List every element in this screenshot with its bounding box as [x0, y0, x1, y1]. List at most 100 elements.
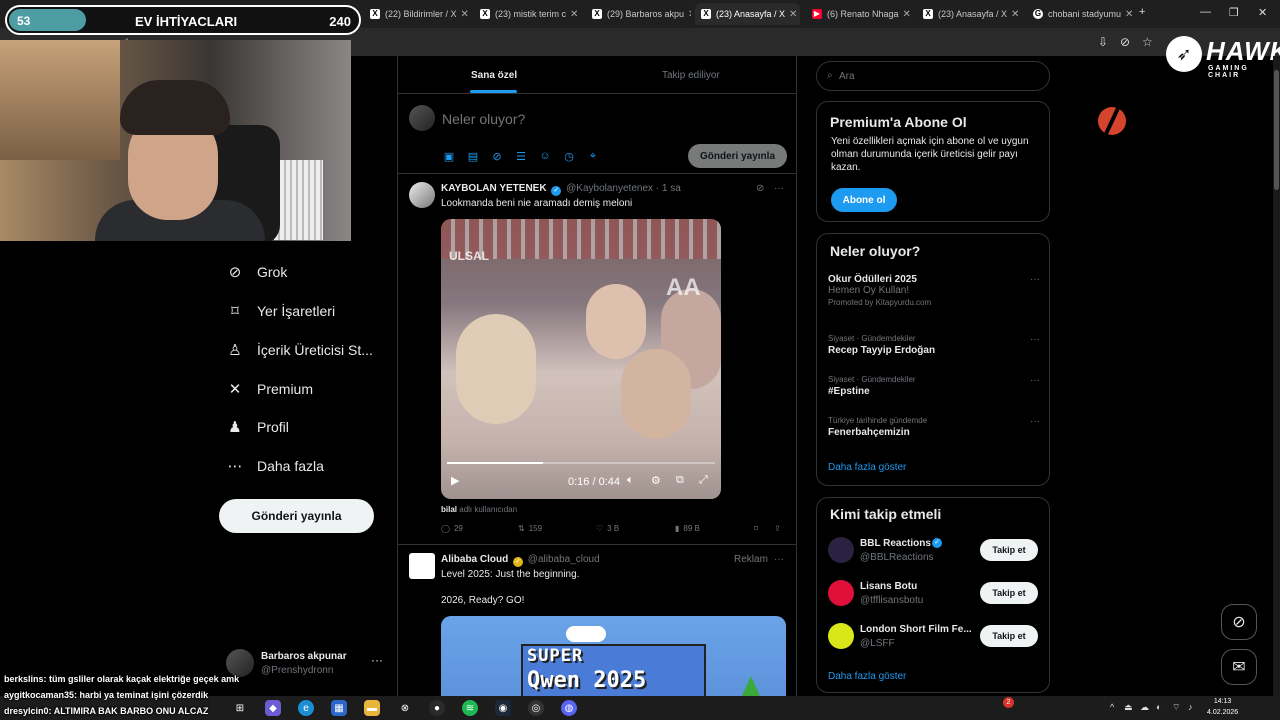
follow-button[interactable]: Takip et [980, 625, 1038, 647]
avatar[interactable] [409, 553, 435, 579]
minimize-button[interactable]: — [1200, 6, 1211, 18]
browser-tab[interactable]: X (29) Barbaros akpu✕ [586, 3, 691, 25]
volume-icon[interactable]: ♪ [1188, 702, 1193, 712]
tab-following[interactable]: Takip ediliyor [662, 70, 720, 81]
close-tab-icon[interactable]: ✕ [457, 9, 469, 20]
store-icon[interactable]: ▦ [331, 700, 347, 716]
bookmark-button[interactable]: ⌑ [754, 524, 758, 533]
repost-button[interactable]: ⇅ 159 [518, 524, 542, 533]
tweet-handle[interactable]: @Kaybolanyetenex [566, 183, 653, 194]
restore-button[interactable]: ❐ [1229, 6, 1239, 19]
avatar[interactable] [828, 580, 854, 606]
video-progress-bar[interactable] [447, 462, 715, 464]
video-player[interactable]: ULSAL AA ▶ 0:16 / 0:44 🔈︎ ⚙ ⧉ ⤢ [441, 219, 721, 499]
settings-gear-icon[interactable]: ⚙ [651, 474, 661, 487]
grok-icon[interactable]: ⊘ [756, 183, 764, 194]
poll-icon[interactable]: ☰ [514, 149, 528, 163]
suggestion-name[interactable]: London Short Film Fe... [860, 624, 972, 635]
trend-item[interactable]: Okur Ödülleri 2025 Hemen Oy Kullan! Promot… [828, 274, 1040, 307]
more-icon[interactable]: ··· [774, 183, 784, 194]
browser-tab[interactable]: X (23) Anasayfa / X✕ [695, 3, 800, 25]
close-tab-icon[interactable]: ✕ [566, 9, 578, 20]
suggestion-name[interactable]: Lisans Botu [860, 581, 917, 592]
share-button[interactable]: ⇪ [774, 524, 781, 533]
xbox-icon[interactable]: ⊗ [397, 700, 413, 716]
grok-icon[interactable]: ⊘ [490, 149, 504, 163]
reply-button[interactable]: ◯ 29 [441, 524, 463, 533]
account-switcher[interactable]: Barbaros akpunar @Prenshydronn ··· [226, 649, 383, 677]
tweet[interactable]: Alibaba Cloud ✓ @alibaba_cloud Reklam ··… [398, 545, 796, 696]
more-icon[interactable]: ··· [1030, 334, 1040, 345]
browser-tab[interactable]: ▶ (6) Renato Nhaga ✕ [806, 3, 911, 25]
volume-icon[interactable]: 🔈︎ [627, 474, 634, 487]
scrollbar[interactable] [1273, 56, 1280, 696]
chrome-icon[interactable]: ● [429, 700, 445, 716]
gif-icon[interactable]: ▤ [466, 149, 480, 163]
more-icon[interactable]: ··· [1030, 416, 1040, 427]
tracking-icon[interactable]: ⊘ [1120, 35, 1130, 49]
follow-button[interactable]: Takip et [980, 582, 1038, 604]
tweet[interactable]: KAYBOLAN YETENEK ✓ @Kaybolanyetenex · 1 … [398, 174, 796, 545]
search-input[interactable]: ⌕ Ara [816, 61, 1050, 91]
schedule-icon[interactable]: ◷ [562, 149, 576, 163]
nav-item-premium[interactable]: ✕ Premium [226, 380, 313, 398]
tweet-author[interactable]: Alibaba Cloud [441, 554, 508, 565]
browser-tab[interactable]: X (23) mistik terim c ✕ [474, 3, 579, 25]
discord-icon[interactable]: ◍ [561, 700, 577, 716]
tweet-handle[interactable]: @alibaba_cloud [528, 554, 600, 565]
browser-tab[interactable]: Gchobani stadyumu ✕ [1027, 3, 1132, 25]
more-icon[interactable]: ··· [1030, 274, 1040, 285]
subscribe-button[interactable]: Abone ol [831, 188, 897, 212]
views-button[interactable]: ▮ 89 B [675, 524, 700, 533]
avatar[interactable] [828, 623, 854, 649]
ad-image[interactable]: SUPER Qwen 2025 [441, 616, 786, 696]
grok-fab-icon[interactable]: ⊘ [1221, 604, 1257, 640]
like-button[interactable]: ♡ 3 B [596, 524, 619, 533]
task-view-icon[interactable]: ⊞ [232, 700, 248, 716]
fullscreen-icon[interactable]: ⤢ [699, 474, 708, 487]
spotify-icon[interactable]: ≋ [462, 700, 478, 716]
trend-item[interactable]: Siyaset · Gündemdekiler #Epstine ··· [828, 375, 1040, 397]
post-button[interactable]: Gönderi yayınla [219, 499, 374, 533]
browser-tab[interactable]: X (23) Anasayfa / X✕ [917, 3, 1022, 25]
more-icon[interactable]: ··· [371, 653, 383, 667]
tweet-time[interactable]: · 1 sa [656, 183, 681, 194]
wifi-icon[interactable]: ⌔ [1172, 702, 1180, 713]
trends-show-more[interactable]: Daha fazla göster [828, 462, 906, 473]
close-window-button[interactable]: ✕ [1258, 6, 1267, 19]
play-icon[interactable]: ▶ [451, 474, 459, 487]
tab-for-you[interactable]: Sana özel [471, 70, 517, 81]
network-icon[interactable]: ☁ [1140, 702, 1149, 713]
avatar[interactable] [409, 182, 435, 208]
trend-item[interactable]: Siyaset · Gündemdekiler Recep Tayyip Erdo… [828, 334, 1040, 356]
steam-icon[interactable]: ◉ [495, 700, 511, 716]
more-icon[interactable]: ··· [1030, 375, 1040, 386]
who-to-follow-show-more[interactable]: Daha fazla göster [828, 671, 906, 682]
close-tab-icon[interactable]: ✕ [785, 9, 797, 20]
location-icon[interactable]: ⌖ [586, 149, 600, 163]
copilot-icon[interactable]: ◆ [265, 700, 281, 716]
suggestion-name[interactable]: BBL Reactions [860, 538, 931, 549]
file-explorer-icon[interactable]: ▬ [364, 700, 380, 716]
nav-item-profil[interactable]: ♟ Profil [226, 418, 289, 436]
video-attribution[interactable]: bilal adlı kullanıcıdan [441, 505, 517, 514]
pip-icon[interactable]: ⧉ [676, 474, 684, 487]
emoji-icon[interactable]: ☺ [538, 149, 552, 163]
nav-item-yer[interactable]: ⌑ Yer İşaretleri [226, 302, 335, 320]
trend-item[interactable]: Türkiye tarihinde gündemde Fenerbahçemizi… [828, 416, 1040, 438]
nav-item-içerik[interactable]: ♙ İçerik Üreticisi St... [226, 341, 373, 359]
avatar[interactable] [828, 537, 854, 563]
messages-fab-icon[interactable]: ✉ [1221, 649, 1257, 685]
tray-icon[interactable]: ⏏ [1124, 702, 1133, 713]
tray-expand-icon[interactable]: ^ [1110, 702, 1114, 712]
nav-item-grok[interactable]: ⊘ Grok [226, 263, 288, 281]
close-tab-icon[interactable]: ✕ [684, 9, 691, 20]
compose-input[interactable]: Neler oluyor? [442, 111, 525, 127]
clock[interactable]: 14:13 4.02.2026 [1207, 696, 1238, 718]
follow-button[interactable]: Takip et [980, 539, 1038, 561]
compose-post-button[interactable]: Gönderi yayınla [688, 144, 787, 168]
image-icon[interactable]: ▣ [442, 149, 456, 163]
bookmark-star-icon[interactable]: ☆ [1142, 35, 1153, 49]
follow-suggestion[interactable]: Lisans Botu @tfflisansbotu Takip et [828, 578, 1040, 610]
nav-item-daha[interactable]: ⋯ Daha fazla [226, 457, 324, 475]
